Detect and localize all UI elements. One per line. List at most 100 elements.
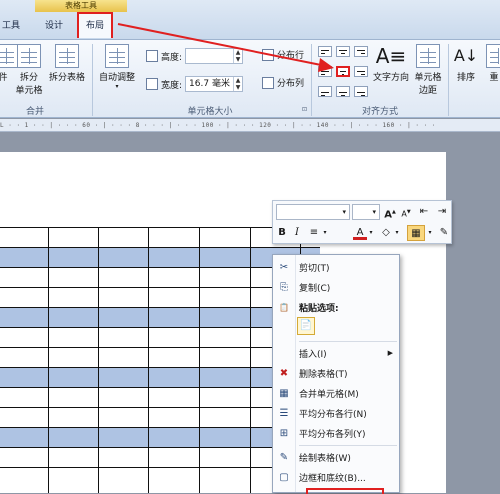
- text-direction-icon: A≡: [375, 44, 407, 68]
- menu-item-label: 插入(I): [299, 349, 327, 360]
- align-middle-right-button[interactable]: [354, 66, 368, 77]
- split-table-button[interactable]: 拆分表格: [46, 44, 88, 83]
- font-size-select[interactable]: ▾: [352, 204, 380, 220]
- width-row: 宽度: 16.7 毫米 ▲ ▼: [146, 76, 244, 92]
- tab-layout[interactable]: 布局: [77, 12, 113, 38]
- sort-button[interactable]: A↓ 排序: [452, 44, 480, 83]
- distribute-rows-button[interactable]: 分布行: [262, 48, 304, 61]
- repeat-header-icon: [486, 44, 500, 68]
- increase-indent-icon[interactable]: ⇥: [435, 204, 449, 220]
- table-column-border: [199, 227, 200, 493]
- paste-keep-formatting-icon[interactable]: 📄: [297, 317, 315, 335]
- decrease-indent-icon[interactable]: ⇤: [417, 204, 431, 220]
- menu-item-label: 绘制表格(W): [299, 453, 351, 464]
- menu-item-label: 边框和底纹(B)...: [299, 473, 366, 484]
- center-align-icon[interactable]: ≡: [307, 225, 321, 241]
- group-divider: [311, 44, 312, 116]
- row-height-icon: [146, 50, 158, 62]
- height-input[interactable]: ▲ ▼: [185, 48, 244, 64]
- align-middle-center-button[interactable]: [336, 66, 350, 77]
- sort-label: 排序: [456, 73, 475, 83]
- menu-item-copy[interactable]: ⎘ 复制(C): [273, 277, 399, 297]
- distribute-columns-label: 分布列: [277, 79, 305, 89]
- dropdown-arrow-icon[interactable]: ▾: [393, 225, 401, 241]
- format-painter-icon[interactable]: ✎: [437, 225, 451, 241]
- align-bottom-left-button[interactable]: [318, 86, 332, 97]
- shrink-font-icon[interactable]: A▼: [399, 204, 413, 220]
- menu-item-insert[interactable]: 插入(I) ▶: [273, 343, 399, 363]
- menu-item-draw-table[interactable]: ✎ 绘制表格(W): [273, 447, 399, 467]
- column-width-icon: [146, 78, 158, 90]
- dropdown-arrow-icon: ▾: [372, 208, 376, 216]
- borders-shading-icon: ▢: [279, 471, 289, 483]
- menu-item-distribute-rows[interactable]: ☰ 平均分布各行(N): [273, 403, 399, 423]
- draw-table-icon: ✎: [279, 451, 289, 463]
- split-table-label: 拆分表格: [48, 73, 85, 83]
- tab-design[interactable]: 设计: [38, 14, 70, 38]
- align-bottom-center-button[interactable]: [336, 86, 350, 97]
- repeat-header-button[interactable]: 重: [484, 44, 500, 83]
- menu-item-borders-shading[interactable]: ▢ 边框和底纹(B)...: [273, 467, 399, 487]
- merge-cells-button[interactable]: 件: [0, 44, 18, 83]
- align-middle-left-button[interactable]: [318, 66, 332, 77]
- copy-icon: ⎘: [280, 281, 288, 293]
- menu-item-label: 平均分布各列(Y): [299, 429, 366, 440]
- highlight-box: [306, 488, 384, 494]
- dropdown-arrow-icon: ▾: [342, 208, 346, 216]
- italic-icon[interactable]: I: [291, 225, 303, 241]
- font-name-select[interactable]: ▾: [276, 204, 350, 220]
- distribute-columns-icon: [262, 76, 274, 89]
- delete-table-icon: ✖: [279, 367, 289, 379]
- alignment-group-label: 对齐方式: [361, 107, 398, 117]
- width-value: 16.7 毫米: [189, 79, 230, 89]
- cell-margins-label: 单元格 边距: [414, 73, 442, 96]
- merge-group-label: 合并: [25, 107, 44, 117]
- menu-item-cut[interactable]: ✂ 剪切(T): [273, 257, 399, 277]
- align-bottom-right-button[interactable]: [354, 86, 368, 97]
- document-background: [446, 152, 500, 493]
- borders-icon[interactable]: ▦: [407, 225, 425, 241]
- submenu-arrow-icon: ▶: [387, 349, 393, 357]
- width-spinner[interactable]: ▲ ▼: [233, 77, 242, 91]
- menu-item-merge-cells[interactable]: ▦ 合并单元格(M): [273, 383, 399, 403]
- distribute-rows-icon: [262, 48, 274, 61]
- menu-item-delete-table[interactable]: ✖ 删除表格(T): [273, 363, 399, 383]
- menu-item-paste-options: 📋 粘贴选项:: [273, 297, 399, 317]
- dropdown-arrow-icon[interactable]: ▾: [367, 225, 375, 241]
- tab-tools[interactable]: 工具: [0, 14, 22, 38]
- align-top-left-button[interactable]: [318, 46, 332, 57]
- menu-separator: [299, 445, 397, 446]
- shading-icon[interactable]: ◇: [379, 225, 393, 241]
- align-top-center-button[interactable]: [336, 46, 350, 57]
- grow-font-icon[interactable]: A▲: [383, 204, 397, 220]
- mini-toolbar: ▾ ▾ A▲ A▼ ⇤ ⇥ B I ≡ ▾ A ▾ ◇ ▾ ▦ ▾ ✎: [272, 200, 452, 244]
- cell-margins-button[interactable]: 单元格 边距: [412, 44, 444, 96]
- autofit-button[interactable]: 自动调整 ▾: [96, 44, 138, 90]
- height-spinner[interactable]: ▲ ▼: [233, 49, 242, 63]
- merge-cells-label: 件: [0, 73, 8, 83]
- distribute-columns-button[interactable]: 分布列: [262, 76, 304, 89]
- dropdown-arrow-icon: ▾: [115, 83, 119, 90]
- width-input[interactable]: 16.7 毫米 ▲ ▼: [185, 76, 244, 92]
- menu-item-label: 合并单元格(M): [299, 389, 359, 400]
- bold-icon[interactable]: B: [276, 225, 288, 241]
- text-direction-button[interactable]: A≡ 文字方向: [370, 44, 412, 83]
- horizontal-ruler[interactable]: L · · 1 · · | · · · 60 · | · · · 8 · · ·…: [0, 119, 500, 132]
- align-top-right-button[interactable]: [354, 46, 368, 57]
- group-divider: [92, 44, 93, 116]
- table-column-border: [48, 227, 49, 493]
- split-cells-button[interactable]: 拆分 单元格: [14, 44, 44, 96]
- height-row: 高度: ▲ ▼: [146, 48, 244, 64]
- font-color-icon[interactable]: A: [353, 225, 367, 240]
- dropdown-arrow-icon[interactable]: ▾: [321, 225, 329, 241]
- dialog-launcher-icon[interactable]: ⊡: [302, 106, 307, 113]
- cell-margins-icon: [416, 44, 440, 68]
- distribute-rows-icon: ☰: [279, 407, 289, 419]
- menu-item-distribute-columns[interactable]: ⊞ 平均分布各列(Y): [273, 423, 399, 443]
- table-column-border: [98, 227, 99, 493]
- context-menu: ✂ 剪切(T) ⎘ 复制(C) 📋 粘贴选项: 📄 插入(I) ▶ ✖ 删除表格…: [272, 254, 400, 493]
- dropdown-arrow-icon[interactable]: ▾: [426, 225, 434, 241]
- table-tools-context-label: 表格工具: [35, 0, 127, 12]
- height-label: 高度:: [161, 52, 183, 63]
- menu-item-label: 复制(C): [299, 283, 331, 294]
